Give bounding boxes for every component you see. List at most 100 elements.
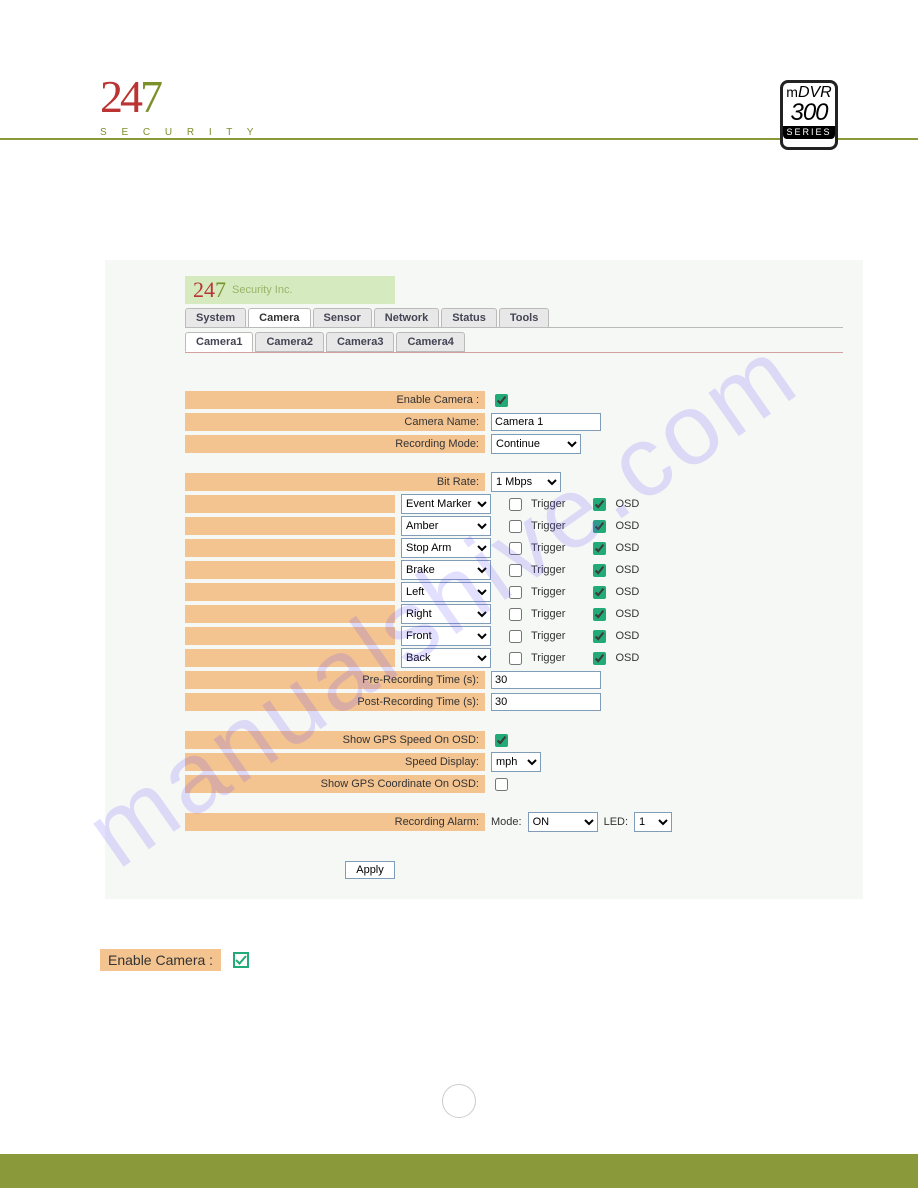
logo-4: 4 <box>120 71 140 122</box>
trigger-label: Trigger <box>531 498 565 510</box>
sensor-row: BrakeTriggerOSD <box>185 559 843 581</box>
sensor-row-label <box>185 605 395 623</box>
config-screenshot: manualshive.com 247 Security Inc. System… <box>105 260 863 899</box>
sub-tabs: Camera1Camera2Camera3Camera4 <box>185 328 843 353</box>
camera-name-input[interactable] <box>491 413 601 431</box>
trigger-label: Trigger <box>531 608 565 620</box>
tab-status[interactable]: Status <box>441 308 497 327</box>
osd-checkbox[interactable] <box>593 630 606 643</box>
page-footer <box>0 1154 918 1188</box>
osd-checkbox[interactable] <box>593 586 606 599</box>
sensor-select[interactable]: Amber <box>401 516 491 536</box>
tab-sensor[interactable]: Sensor <box>313 308 372 327</box>
post-recording-label: Post-Recording Time (s): <box>185 693 485 711</box>
alarm-mode-label: Mode: <box>491 816 522 828</box>
alarm-led-select[interactable]: 1 <box>634 812 672 832</box>
logo-2: 2 <box>100 71 120 122</box>
sensor-select[interactable]: Back <box>401 648 491 668</box>
sensor-row-label <box>185 649 395 667</box>
post-recording-input[interactable] <box>491 693 601 711</box>
product-badge: mDVR 300 SERIES <box>780 80 838 150</box>
trigger-label: Trigger <box>531 652 565 664</box>
osd-checkbox[interactable] <box>593 652 606 665</box>
app-logo-24: 24 <box>193 277 215 303</box>
subtab-camera4[interactable]: Camera4 <box>396 332 464 352</box>
tab-camera[interactable]: Camera <box>248 308 310 327</box>
pre-recording-input[interactable] <box>491 671 601 689</box>
alarm-mode-select[interactable]: ON <box>528 812 598 832</box>
osd-label: OSD <box>615 498 639 510</box>
trigger-checkbox[interactable] <box>509 652 522 665</box>
gps-speed-checkbox[interactable] <box>495 734 508 747</box>
osd-checkbox[interactable] <box>593 498 606 511</box>
page-header: 247 S E C U R I T Y mDVR 300 SERIES <box>0 0 918 140</box>
sensor-row-label <box>185 517 395 535</box>
subtab-camera2[interactable]: Camera2 <box>255 332 323 352</box>
sensor-select[interactable]: Front <box>401 626 491 646</box>
osd-checkbox[interactable] <box>593 542 606 555</box>
trigger-checkbox[interactable] <box>509 608 522 621</box>
trigger-label: Trigger <box>531 542 565 554</box>
sensor-select[interactable]: Left <box>401 582 491 602</box>
recording-mode-label: Recording Mode: <box>185 435 485 453</box>
osd-label: OSD <box>615 586 639 598</box>
sensor-select[interactable]: Event Marker <box>401 494 491 514</box>
app-brand-text: Security Inc. <box>232 284 293 296</box>
page-number-circle <box>442 1084 476 1118</box>
osd-label: OSD <box>615 652 639 664</box>
subtab-camera3[interactable]: Camera3 <box>326 332 394 352</box>
badge-m: m <box>786 85 798 99</box>
subtab-camera1[interactable]: Camera1 <box>185 332 253 352</box>
trigger-checkbox[interactable] <box>509 520 522 533</box>
bitrate-label: Bit Rate: <box>185 473 485 491</box>
sensor-select[interactable]: Stop Arm <box>401 538 491 558</box>
sensor-row: Front Trigger OSD <box>185 625 843 647</box>
gps-coord-label: Show GPS Coordinate On OSD: <box>185 775 485 793</box>
trigger-label: Trigger <box>531 586 565 598</box>
trigger-label: Trigger <box>531 520 565 532</box>
speed-display-select[interactable]: mph <box>491 752 541 772</box>
sensor-row: Left Trigger OSD <box>185 581 843 603</box>
trigger-checkbox[interactable] <box>509 630 522 643</box>
callout-checkbox-icon <box>233 952 249 968</box>
trigger-checkbox[interactable] <box>509 542 522 555</box>
sensor-row: RightTriggerOSD <box>185 603 843 625</box>
logo-subtitle: S E C U R I T Y <box>100 127 259 138</box>
callout-label: Enable Camera : <box>100 949 221 971</box>
gps-speed-label: Show GPS Speed On OSD: <box>185 731 485 749</box>
osd-checkbox[interactable] <box>593 608 606 621</box>
callout-enable-camera: Enable Camera : <box>100 949 918 971</box>
bitrate-select[interactable]: 1 Mbps <box>491 472 561 492</box>
trigger-label: Trigger <box>531 630 565 642</box>
sensor-row-label <box>185 539 395 557</box>
app-logo-bar: 247 Security Inc. <box>185 276 395 304</box>
logo-7: 7 <box>140 71 160 122</box>
sensor-row: Event Marker Trigger OSD <box>185 493 843 515</box>
osd-checkbox[interactable] <box>593 520 606 533</box>
badge-num: 300 <box>783 101 835 125</box>
sensor-row: Amber Trigger OSD <box>185 515 843 537</box>
tab-network[interactable]: Network <box>374 308 439 327</box>
alarm-led-label: LED: <box>604 816 628 828</box>
osd-checkbox[interactable] <box>593 564 606 577</box>
osd-label: OSD <box>615 630 639 642</box>
sensor-row: Back Trigger OSD <box>185 647 843 669</box>
apply-button[interactable]: Apply <box>345 861 395 879</box>
sensor-row-label <box>185 583 395 601</box>
trigger-label: Trigger <box>531 564 565 576</box>
tab-tools[interactable]: Tools <box>499 308 550 327</box>
trigger-checkbox[interactable] <box>509 564 522 577</box>
sensor-select[interactable]: Right <box>401 604 491 624</box>
osd-label: OSD <box>615 520 639 532</box>
gps-coord-checkbox[interactable] <box>495 778 508 791</box>
sensor-select[interactable]: Brake <box>401 560 491 580</box>
main-tabs: SystemCameraSensorNetworkStatusTools <box>185 308 843 328</box>
enable-camera-checkbox[interactable] <box>495 394 508 407</box>
trigger-checkbox[interactable] <box>509 586 522 599</box>
badge-series: SERIES <box>783 126 835 139</box>
brand-logo: 247 S E C U R I T Y <box>100 70 259 138</box>
trigger-checkbox[interactable] <box>509 498 522 511</box>
speed-display-label: Speed Display: <box>185 753 485 771</box>
tab-system[interactable]: System <box>185 308 246 327</box>
recording-mode-select[interactable]: Continue <box>491 434 581 454</box>
